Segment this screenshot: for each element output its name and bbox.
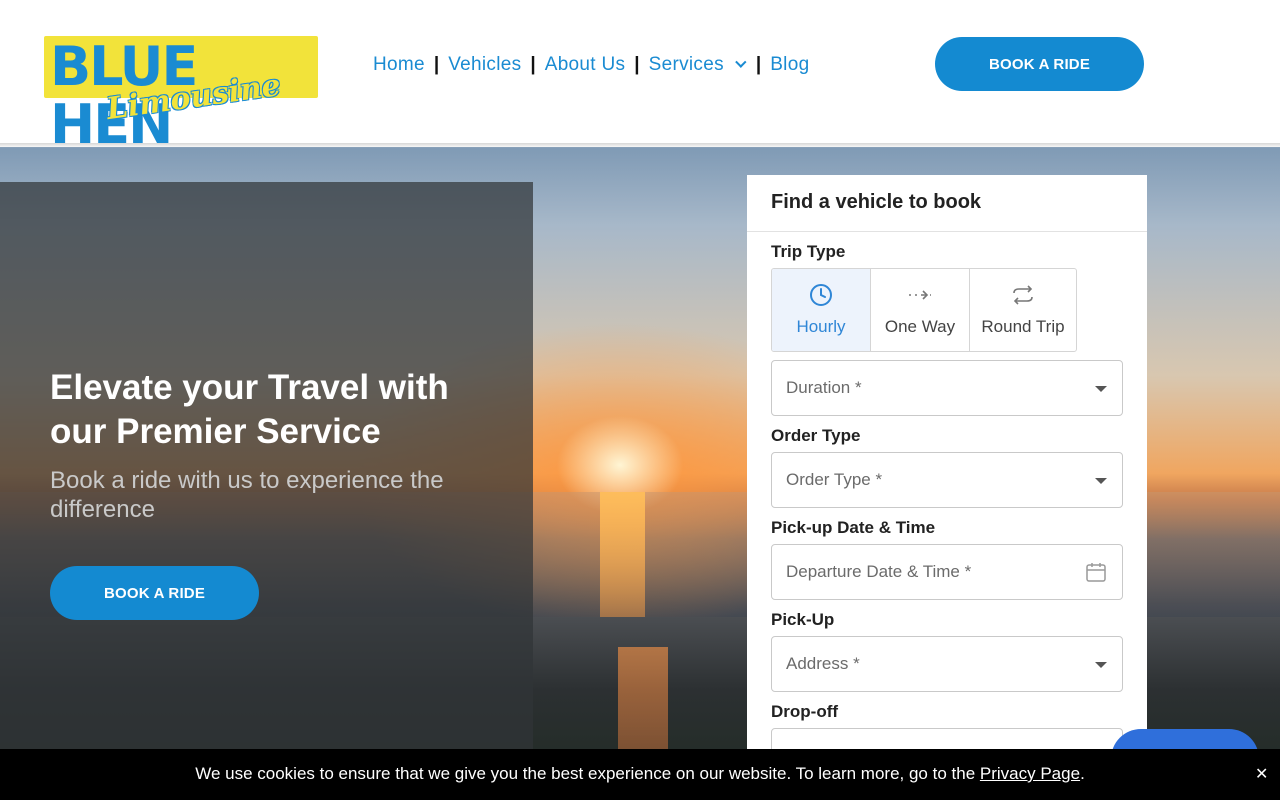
header-book-ride-button[interactable]: BOOK A RIDE	[935, 37, 1144, 91]
duration-placeholder: Duration *	[786, 378, 862, 397]
cookie-suffix: .	[1080, 764, 1085, 783]
trip-type-label: Hourly	[796, 317, 846, 336]
duration-select[interactable]: Duration *	[771, 360, 1123, 416]
close-icon[interactable]: ✕	[1255, 764, 1268, 784]
order-type-select[interactable]: Order Type *	[771, 452, 1123, 508]
one-way-arrow-icon	[909, 290, 931, 300]
nav-separator: |	[634, 54, 640, 75]
pickup-address-placeholder: Address *	[786, 654, 860, 673]
pickup-datetime-label: Pick-up Date & Time	[771, 518, 936, 537]
hero-subtitle: Book a ride with us to experience the di…	[50, 467, 444, 523]
round-trip-icon	[1013, 285, 1033, 305]
header-shadow	[0, 143, 1280, 148]
trip-type-label: Trip Type	[771, 242, 846, 261]
departure-datetime-placeholder: Departure Date & Time *	[786, 562, 972, 581]
order-type-label: Order Type	[771, 426, 861, 445]
site-header: BLUE HEN Limousine Home | Vehicles | Abo…	[0, 0, 1280, 154]
nav-services[interactable]: Services	[649, 54, 724, 76]
hero-title: Elevate your Travel with our Premier Ser…	[50, 368, 449, 451]
booking-form-card: Find a vehicle to book Trip Type Hourly …	[747, 175, 1147, 800]
departure-datetime-input[interactable]: Departure Date & Time *	[771, 544, 1123, 600]
booking-form-title: Find a vehicle to book	[771, 191, 982, 213]
cookie-message: We use cookies to ensure that we give yo…	[0, 764, 1280, 784]
clock-icon	[810, 284, 832, 306]
nav-blog[interactable]: Blog	[770, 54, 809, 76]
nav-separator: |	[530, 54, 536, 75]
brand-logo[interactable]: BLUE HEN Limousine	[44, 36, 320, 154]
caret-down-icon	[1095, 662, 1107, 668]
nav-separator: |	[433, 54, 440, 75]
caret-down-icon	[1095, 386, 1107, 392]
hero-book-ride-button[interactable]: BOOK A RIDE	[50, 566, 259, 620]
nav-home[interactable]: Home	[373, 54, 425, 76]
order-type-placeholder: Order Type *	[786, 470, 883, 489]
privacy-page-link[interactable]: Privacy Page	[980, 764, 1080, 783]
cookie-banner: We use cookies to ensure that we give yo…	[0, 749, 1280, 800]
trip-type-round-trip[interactable]: Round Trip	[970, 269, 1076, 351]
main-nav: Home | Vehicles | About Us | Services | …	[373, 52, 809, 78]
trip-type-hourly[interactable]: Hourly	[772, 269, 871, 351]
card-divider	[747, 231, 1147, 232]
pickup-address-select[interactable]: Address *	[771, 636, 1123, 692]
caret-down-icon	[1095, 478, 1107, 484]
trip-type-selector: Hourly One Way Round Trip	[771, 268, 1077, 352]
trip-type-one-way[interactable]: One Way	[871, 269, 970, 351]
nav-separator: |	[755, 54, 762, 75]
trip-type-label: One Way	[884, 317, 956, 336]
chevron-down-icon[interactable]	[735, 56, 747, 68]
dropoff-label: Drop-off	[771, 702, 839, 721]
cookie-text: We use cookies to ensure that we give yo…	[195, 764, 976, 783]
calendar-icon[interactable]	[1085, 561, 1107, 583]
nav-vehicles[interactable]: Vehicles	[448, 54, 521, 76]
pickup-label: Pick-Up	[771, 610, 835, 629]
trip-type-label: Round Trip	[981, 317, 1065, 336]
nav-about-us[interactable]: About Us	[545, 54, 626, 76]
